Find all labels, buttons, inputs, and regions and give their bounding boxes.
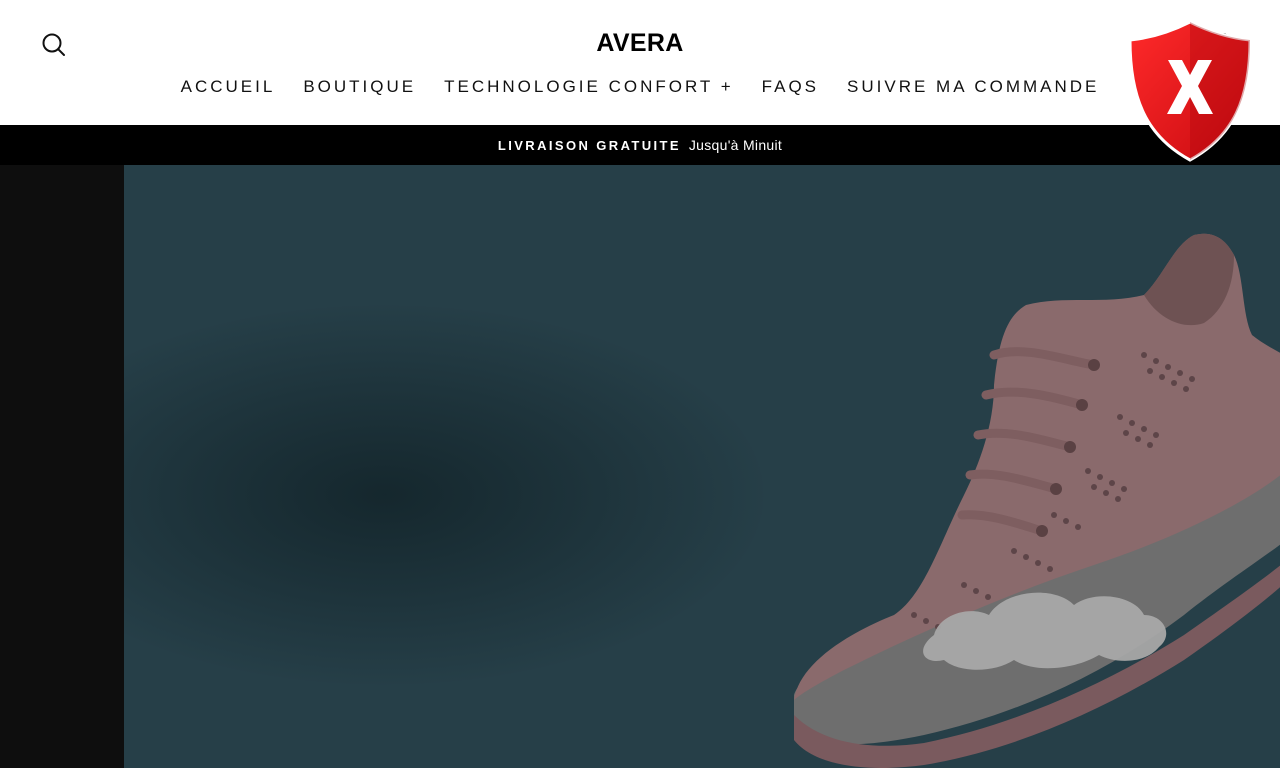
hero-banner[interactable] [124, 165, 1280, 768]
shield-x-icon [1128, 20, 1252, 162]
announcement-bar: LIVRAISON GRATUITE Jusqu'à Minuit [0, 125, 1280, 165]
nav-item-suivre-commande[interactable]: SUIVRE MA COMMANDE [833, 76, 1113, 98]
announcement-strong-text: LIVRAISON GRATUITE [497, 138, 681, 153]
hero-shadow [124, 305, 764, 685]
sneaker-image [794, 233, 1280, 768]
site-header: AVERA ACCUEIL BOUTIQUE TECHNOLOGIE CONFO… [0, 0, 1280, 125]
nav-item-accueil[interactable]: ACCUEIL [167, 76, 290, 98]
nav-item-technologie-confort[interactable]: TECHNOLOGIE CONFORT + [430, 76, 748, 98]
page: AVERA ACCUEIL BOUTIQUE TECHNOLOGIE CONFO… [0, 0, 1280, 768]
nav-item-faqs[interactable]: FAQS [748, 76, 833, 98]
main-nav: ACCUEIL BOUTIQUE TECHNOLOGIE CONFORT + F… [0, 76, 1280, 98]
site-logo-link[interactable]: AVERA [0, 29, 1280, 58]
announcement-text: Jusqu'à Minuit [688, 137, 783, 153]
site-logo: AVERA [596, 29, 684, 57]
security-alert-badge[interactable] [1124, 18, 1256, 164]
hero-left-panel [0, 165, 124, 768]
nav-item-boutique[interactable]: BOUTIQUE [289, 76, 430, 98]
